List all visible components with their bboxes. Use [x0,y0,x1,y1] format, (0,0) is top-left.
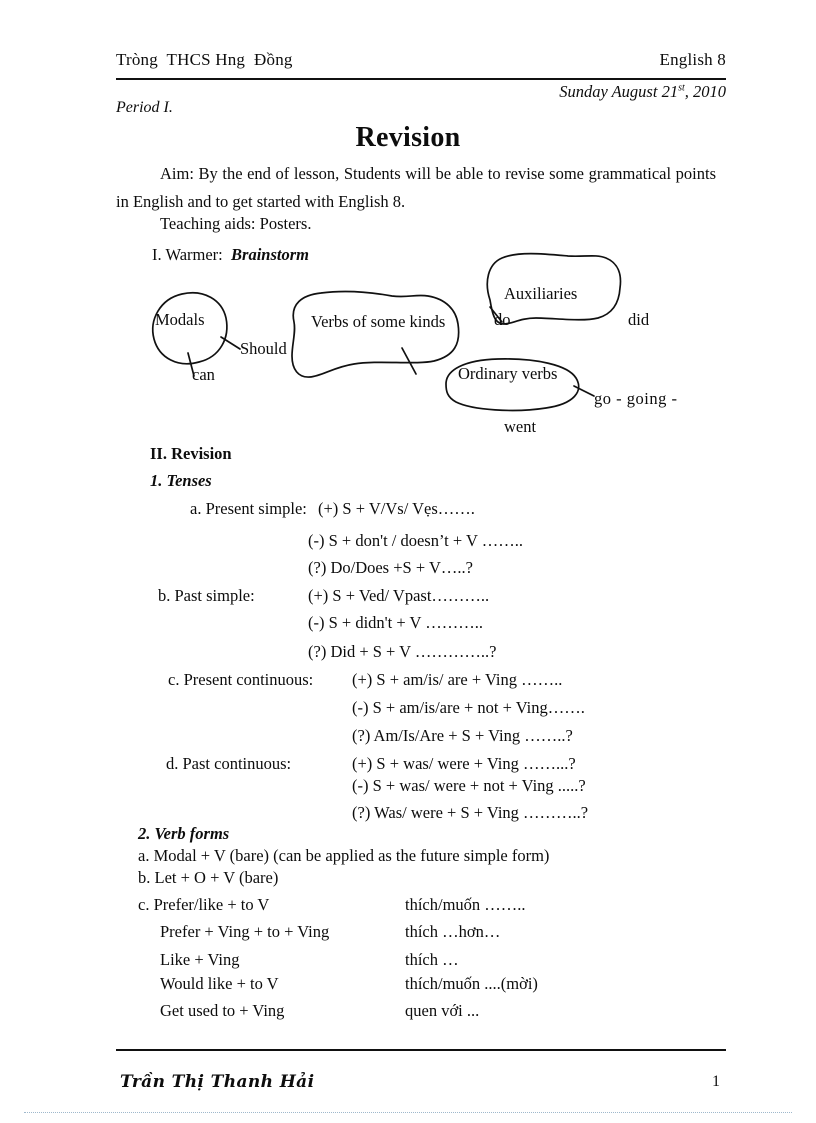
tense-form-affirmative: (+) S + V/Vs/ Vẹs……. [318,499,475,518]
footer-rule [116,1049,726,1051]
verbs-blob-shape [291,290,460,378]
tense-form-negative: (-) S + was/ were + not + Ving .....? [352,776,586,795]
prefer-row-vietnamese: thích/muốn …….. [405,895,526,914]
brainstorm-shapes-svg [152,252,622,412]
section-heading-verb-forms: 2. Verb forms [138,824,230,843]
tense-name-past-simple: b. Past simple: [158,586,255,605]
diagram-label-should: Should [240,339,287,358]
tense-form-question: (?) Do/Does +S + V…..? [308,558,473,577]
tense-form-question: (?) Was/ were + S + Ving ………..? [352,803,589,822]
school-name: Tròng THCS Hng Đồng [116,50,293,69]
tense-name-present-continuous: c. Present continuous: [168,670,314,689]
section-heading-revision: II. Revision [150,444,232,463]
date-ordinal-suffix: st [678,82,685,94]
prefer-row-vietnamese: thích/muốn ....(mời) [405,974,538,993]
period-label: Period I. [116,99,173,116]
tense-form-negative: (-) S + didn't + V ……….. [308,613,483,632]
diagram-label-did: did [628,310,650,329]
prefer-row-english: c. Prefer/like + to V [138,895,270,914]
tense-form-affirmative: (+) S + am/is/ are + Ving …….. [352,670,563,689]
prefer-row-english: Would like + to V [160,974,279,993]
diagram-label-auxiliaries: Auxiliaries [504,284,578,303]
prefer-row-vietnamese: thích …hơn… [405,922,501,941]
tense-form-affirmative: (+) S + was/ were + Ving ……...? [352,754,576,773]
prefer-row-english: Get used to + Ving [160,1001,285,1020]
date-line: Sunday August 21st, 2010 [559,82,726,102]
tense-form-negative: (-) S + don't / doesn’t + V …….. [308,531,524,550]
teaching-aids-line: Teaching aids: Posters. [160,214,312,233]
page-title: Revision [355,122,461,153]
document-page: Tròng THCS Hng Đồng English 8 Sunday Aug… [0,0,816,1123]
diagram-label-can: can [192,365,215,384]
tense-name-present-simple: a. Present simple: [190,499,307,518]
diagram-label-do: do [494,310,511,329]
footer-page-number: 1 [712,1073,720,1090]
date-text: Sunday August 21 [559,82,679,101]
tense-form-affirmative: (+) S + Ved/ Vpast……….. [308,586,490,605]
brainstorm-diagram: Modals Should can Verbs of some kinds Au… [116,252,736,447]
diagram-label-went: went [504,417,537,436]
tense-form-question: (?) Did + S + V …………..? [308,642,497,661]
footer-author-name: Trần Thị Thanh Hải [120,1072,315,1092]
diagram-label-ordinary-verbs: Ordinary verbs [458,364,558,383]
prefer-row-vietnamese: thích … [405,950,459,969]
prefer-row-english: Prefer + Ving + to + Ving [160,922,330,941]
aim-paragraph: Aim: By the end of lesson, Students will… [116,164,716,212]
diagram-label-go-going: go - going - [594,389,678,408]
prefer-row-vietnamese: quen với ... [405,1001,480,1020]
prefer-row-english: Like + Ving [160,950,240,969]
tense-form-negative: (-) S + am/is/are + not + Ving……. [352,698,585,717]
diagram-label-modals: Modals [155,310,205,329]
header-rule [116,78,726,80]
class-name: English 8 [659,50,726,69]
tense-name-past-continuous: d. Past continuous: [166,754,292,773]
section-heading-tenses: 1. Tenses [150,471,212,490]
page-bottom-dotted-line [24,1112,792,1113]
verb-form-line-a: a. Modal + V (bare) (can be applied as t… [138,846,550,865]
verbs-ordinary-connector [401,347,417,375]
verb-form-line-b: b. Let + O + V (bare) [138,868,279,887]
date-year: , 2010 [684,82,726,101]
diagram-label-verbs-of-some-kinds: Verbs of some kinds [311,312,446,331]
page-header: Tròng THCS Hng Đồng English 8 [116,50,726,70]
tense-form-question: (?) Am/Is/Are + S + Ving ……..? [352,726,573,745]
